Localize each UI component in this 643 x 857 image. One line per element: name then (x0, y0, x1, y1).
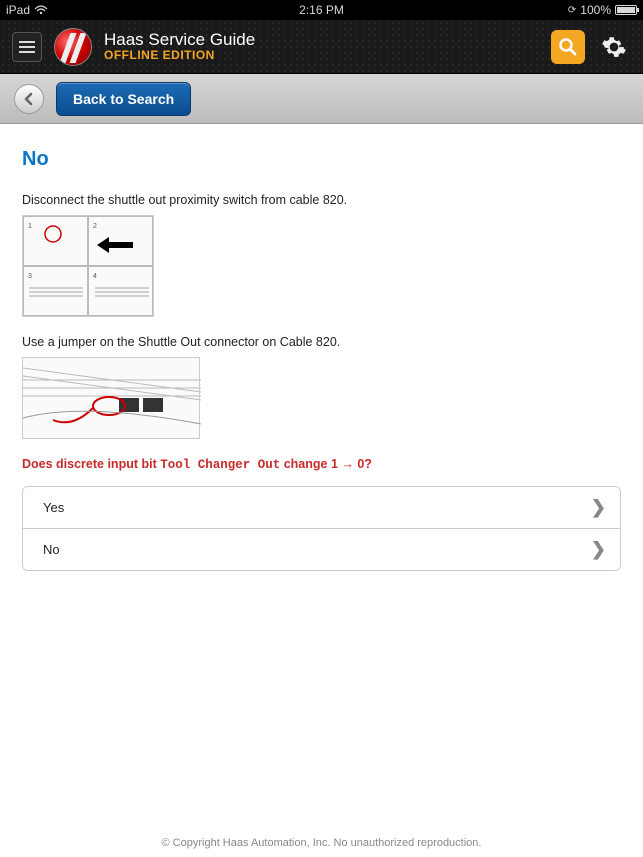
option-no[interactable]: No ❯ (23, 528, 620, 570)
option-label: No (43, 542, 60, 557)
haas-logo (54, 28, 92, 66)
content: No Disconnect the shuttle out proximity … (0, 124, 643, 571)
app-subtitle: OFFLINE EDITION (104, 49, 255, 62)
option-label: Yes (43, 500, 64, 515)
chevron-right-icon: ❯ (591, 497, 606, 518)
clock: 2:16 PM (299, 3, 344, 17)
back-to-search-button[interactable]: Back to Search (56, 82, 191, 116)
diagram-disconnect-switch: 1 2 3 4 (22, 215, 154, 317)
chevron-right-icon: ❯ (591, 539, 606, 560)
question-bit-name: Tool Changer Out (160, 458, 280, 472)
battery-icon (615, 5, 637, 15)
settings-button[interactable] (597, 30, 631, 64)
copyright-footer: © Copyright Haas Automation, Inc. No una… (0, 837, 643, 849)
instruction-2: Use a jumper on the Shuttle Out connecto… (22, 335, 621, 349)
search-button[interactable] (551, 30, 585, 64)
page-title: No (22, 148, 621, 171)
device-label: iPad (6, 3, 30, 17)
svg-text:2: 2 (93, 223, 97, 230)
app-header: Haas Service Guide OFFLINE EDITION (0, 20, 643, 74)
toolbar: Back to Search (0, 74, 643, 124)
diagnostic-question: Does discrete input bit Tool Changer Out… (22, 457, 621, 472)
instruction-1: Disconnect the shuttle out proximity swi… (22, 193, 621, 207)
wifi-icon (34, 5, 48, 15)
answer-options: Yes ❯ No ❯ (22, 486, 621, 571)
svg-text:4: 4 (93, 273, 97, 280)
chevron-left-icon (23, 92, 35, 106)
option-yes[interactable]: Yes ❯ (23, 487, 620, 528)
diagram-jumper-cable (22, 357, 200, 439)
battery-percent: 100% (580, 3, 611, 17)
orientation-lock-icon: ⟳ (568, 5, 576, 16)
question-suffix: change 1 → 0? (280, 457, 372, 471)
menu-button[interactable] (12, 32, 42, 62)
svg-text:3: 3 (28, 273, 32, 280)
svg-text:1: 1 (28, 223, 32, 230)
gear-icon (601, 34, 627, 60)
status-bar: iPad 2:16 PM ⟳ 100% (0, 0, 643, 20)
back-button[interactable] (14, 84, 44, 114)
search-icon (558, 37, 578, 57)
question-prefix: Does discrete input bit (22, 457, 160, 471)
app-title: Haas Service Guide (104, 31, 255, 50)
